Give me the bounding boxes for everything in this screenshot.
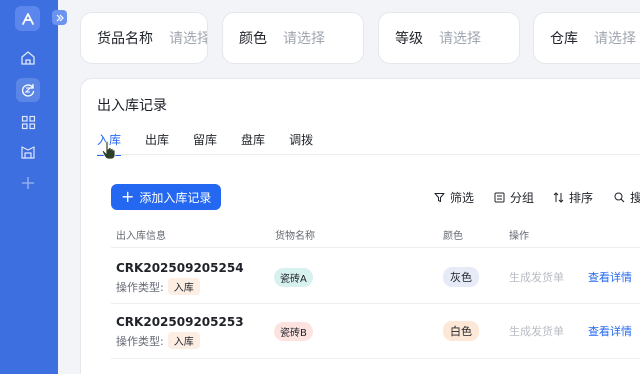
tab-stocktake[interactable]: 盘库: [241, 131, 265, 156]
goods-tag: 瓷砖A: [274, 268, 313, 287]
double-chevron-right-icon[interactable]: [52, 10, 67, 25]
filter-label: 仓库: [550, 31, 578, 47]
view-detail-link[interactable]: 查看详情: [588, 269, 632, 285]
filter-label: 货品名称: [97, 31, 153, 47]
filter-goods-name[interactable]: 货品名称 请选择: [80, 12, 208, 64]
column-header: 操作: [509, 231, 529, 242]
search-icon: [614, 192, 625, 203]
column-header: 颜色: [443, 231, 463, 242]
search-label: 搜: [630, 189, 640, 206]
column-header: 货物名称: [275, 231, 315, 242]
row-divider: [111, 303, 640, 304]
filter-placeholder: 请选择: [439, 31, 481, 47]
color-tag: 白色: [443, 321, 479, 341]
group-button[interactable]: 分组: [494, 189, 534, 206]
tab-transfer[interactable]: 调拨: [289, 131, 313, 156]
filter-label: 筛选: [450, 191, 475, 205]
filter-label: 等级: [395, 31, 423, 47]
records-card: 出入库记录 入库 出库 留库 盘库 调拨 + 添加入库记录 筛选 分组 排序 搜…: [80, 78, 640, 374]
filter-icon: [434, 193, 445, 202]
generate-invoice-link[interactable]: 生成发货单: [509, 269, 564, 285]
record-code: CRK202509205254: [116, 261, 244, 275]
refresh-icon[interactable]: [16, 78, 40, 102]
op-type-label: 操作类型:: [116, 280, 164, 294]
color-tag: 灰色: [443, 267, 479, 287]
sidebar: [0, 0, 58, 374]
op-type-label: 操作类型:: [116, 334, 164, 348]
tab-divider: [97, 154, 640, 155]
group-label: 分组: [510, 191, 535, 205]
op-type: 操作类型: 入库: [116, 278, 200, 295]
tab-retain[interactable]: 留库: [193, 131, 217, 156]
grid-icon[interactable]: [18, 112, 38, 132]
filter-placeholder: 请选择: [169, 31, 208, 47]
group-icon: [494, 192, 505, 203]
tab-bar: 入库 出库 留库 盘库 调拨: [97, 131, 337, 156]
add-inbound-record-button[interactable]: + 添加入库记录: [111, 184, 222, 210]
add-button-label: 添加入库记录: [139, 190, 212, 205]
plus-icon: +: [121, 187, 135, 206]
filter-label: 颜色: [239, 31, 267, 47]
goods-tag: 瓷砖B: [274, 322, 313, 341]
filter-button[interactable]: 筛选: [434, 189, 474, 206]
view-detail-link[interactable]: 查看详情: [588, 323, 632, 339]
sort-button[interactable]: 排序: [553, 189, 593, 206]
app-logo-icon[interactable]: [15, 6, 40, 31]
row-divider: [111, 358, 640, 359]
page-title: 出入库记录: [97, 98, 167, 114]
search-button[interactable]: 搜: [614, 189, 640, 206]
generate-invoice-link[interactable]: 生成发货单: [509, 323, 564, 339]
header-divider: [111, 247, 640, 248]
sort-icon: [553, 192, 564, 203]
column-header: 出入库信息: [116, 231, 166, 242]
filter-color[interactable]: 颜色 请选择: [222, 12, 364, 64]
filter-placeholder: 请选择: [594, 31, 636, 47]
tab-outbound[interactable]: 出库: [145, 131, 169, 156]
op-type-tag: 入库: [167, 332, 200, 349]
plus-icon[interactable]: [18, 173, 38, 193]
hand-cursor-icon: [101, 140, 116, 160]
home-icon[interactable]: [18, 48, 38, 68]
filter-warehouse[interactable]: 仓库 请选择: [533, 12, 640, 64]
filter-grade[interactable]: 等级 请选择: [378, 12, 520, 64]
filter-placeholder: 请选择: [283, 31, 325, 47]
op-type: 操作类型: 入库: [116, 332, 200, 349]
warehouse-icon[interactable]: [18, 142, 38, 162]
op-type-tag: 入库: [167, 278, 200, 295]
record-code: CRK202509205253: [116, 315, 244, 329]
sort-label: 排序: [569, 191, 594, 205]
